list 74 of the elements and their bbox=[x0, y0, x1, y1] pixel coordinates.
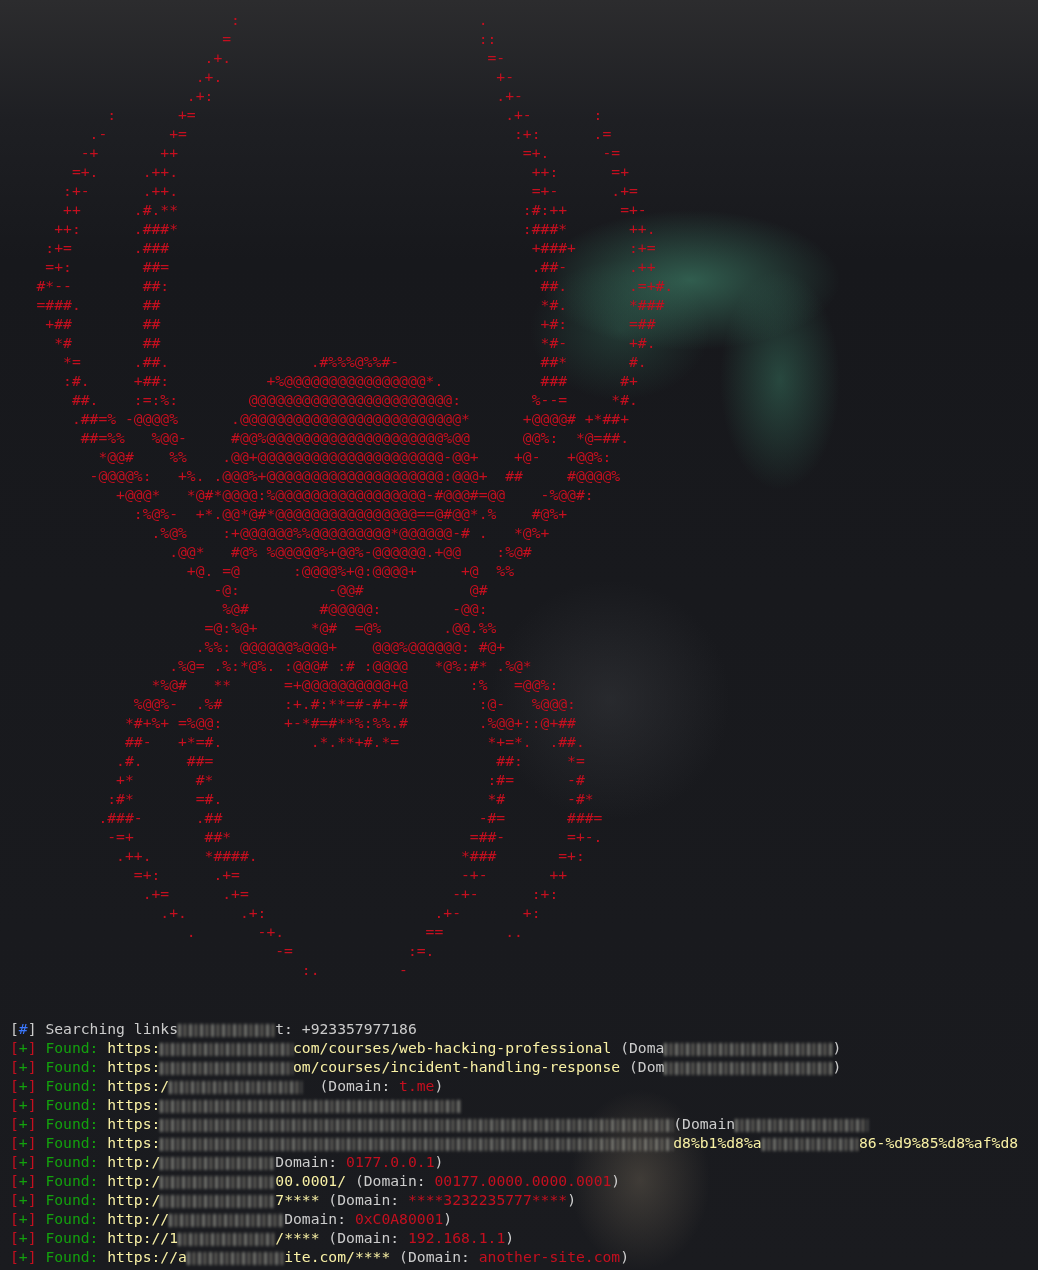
url-text: http:// bbox=[107, 1210, 170, 1227]
domain-value: ****3232235777**** bbox=[407, 1191, 568, 1208]
log-text: (Doma bbox=[619, 1039, 665, 1056]
url-text: https: bbox=[107, 1134, 161, 1151]
url-text: 7**** bbox=[275, 1191, 320, 1208]
url-text: /**** bbox=[275, 1229, 320, 1246]
found-label: Found: bbox=[45, 1134, 99, 1151]
status-marker: [+] bbox=[10, 1191, 37, 1208]
url-text: https: bbox=[107, 1058, 161, 1075]
found-label: Found: bbox=[45, 1153, 99, 1170]
status-marker: [+] bbox=[10, 1096, 37, 1113]
log-text: (Dom bbox=[628, 1058, 665, 1075]
domain-value: t.me bbox=[399, 1077, 435, 1094]
log-text: t: +923357977186 bbox=[275, 1020, 417, 1037]
url-text: https: bbox=[107, 1115, 161, 1132]
log-text: ) bbox=[505, 1229, 515, 1246]
url-text: http:/ bbox=[107, 1172, 161, 1189]
status-marker: [+] bbox=[10, 1210, 37, 1227]
status-marker: [+] bbox=[10, 1134, 37, 1151]
url-text: 86-%d9%85%d8%af%d8 bbox=[858, 1134, 1019, 1151]
log-text: Searching links bbox=[45, 1020, 178, 1037]
found-label: Found: bbox=[45, 1115, 99, 1132]
found-label: Found: bbox=[45, 1229, 99, 1246]
ascii-art-text: : . = :: .+. =- .+. +- .+: .+- : += .+- : .- += :+: .= -+ ++ =+. -= =+. .++. ++: =+ :+- .++. =+- .+= ++ .#.** :#:++ =+- ++: .###* :###* ++. :+= .### +###+ :+= =+: ##= .##- .++ #*-- ##: ##. .=+#. =###. ## *#. *### +## ## +#: =## *# ## *#- +#. *= .##. .#%%%@%%#- ##* #. :#. +##: +%@@@@@@@@@@@@@@@@*. ### #+ ##. :=:%: @@@@@@@@@@@@@@@@@@@@@@@: %--= *#. .##=% -@@@@% .@@@@@@@@@@@@@@@@@@@@@@@@@* +@@@@# +*##+ ##=%% %@@- #@@%@@@@@@@@@@@@@@@@@@@@%@@ @@%: *@=##. *@@# %% .@@+@@@@@@@@@@@@@@@@@@@@@-@@+ +@- +@@%: -@@@@%: +%. .@@@%+@@@@@@@@@@@@@@@@@@@@:@@@+ ## #@@@@% +@@@* *@#*@@@@:%@@@@@@@@@@@@@@@@@-#@@@#=@@ -%@@#: :%@%- +*.@@*@#*@@@@@@@@@@@@@@@@==@#@@*.% #@%+ .%@% :+@@@@@@%%@@@@@@@@@*@@@@@@-# . *@%+ .@@* #@% %@@@@@%+@@%-@@@@@@.+@@ :%@# +@. =@ :@@@@%+@:@@@@+ +@ %% -@: -@@# @# %@# #@@@@@: -@@: =@:%@+ *@# =@% .@@.%% .%%: @@@@@@%@@@+ @@@%@@@@@@: #@+ .%@= .%:*@%. :@@@# :# :@@@@ *@%:#* .%@* *%@# ** =+@@@@@@@@@@+@ :% =@@%: %@@%- .%# :+.#:**=#-#+-# :@- %@@@: *#+%+ =%@@: +-*#=#**%:%%.# .%@@+::@+## ##- +*=#. .*.**+#.*= *+=*. .##. .#. ##= ##: *= +* #* :#= -# :#* =#. *# -#* .###- .## -#= ###= -=+ ##* =##- =+-. .++. *####. *### =+: =+: .+= -+- ++ .+= .+= -+- :+: .+. .+: .+- +: . -+. == .. -= :=. :. - bbox=[35, 10, 674, 979]
url-text: http:/ bbox=[107, 1153, 161, 1170]
log-text: ) bbox=[434, 1153, 444, 1170]
url-text: d8%b1%d8%a bbox=[673, 1134, 762, 1151]
log-text: (Domain bbox=[673, 1115, 736, 1132]
url-text: https://a bbox=[107, 1248, 187, 1265]
status-marker: [+] bbox=[10, 1115, 37, 1132]
found-label: Found: bbox=[45, 1210, 99, 1227]
domain-value: 0xC0A80001 bbox=[354, 1210, 444, 1227]
url-text: om/courses/incident-handling-response bbox=[292, 1058, 621, 1075]
domain-value: 0177.0.0.1 bbox=[346, 1153, 435, 1170]
found-label: Found: bbox=[45, 1191, 99, 1208]
domain-value: 00177.0000.0000.0001 bbox=[434, 1172, 612, 1189]
url-text: ite.com/**** bbox=[284, 1248, 391, 1265]
status-marker: [+] bbox=[10, 1153, 37, 1170]
found-label: Found: bbox=[45, 1248, 99, 1265]
url-text: com/courses/web-hacking-professional bbox=[292, 1039, 612, 1056]
domain-value: 192.168.1.1 bbox=[407, 1229, 506, 1246]
status-marker: [#] bbox=[10, 1020, 37, 1037]
status-marker: [+] bbox=[10, 1039, 37, 1056]
found-label: Found: bbox=[45, 1077, 99, 1094]
url-text: http:/ bbox=[107, 1191, 161, 1208]
domain-value: another-site.com bbox=[478, 1248, 621, 1265]
log-text: (Domain: bbox=[327, 1229, 401, 1246]
url-text: 00.0001/ bbox=[275, 1172, 347, 1189]
log-text: (Domain: bbox=[318, 1077, 392, 1094]
status-marker: [+] bbox=[10, 1229, 37, 1246]
status-marker: [+] bbox=[10, 1077, 37, 1094]
status-marker: [+] bbox=[10, 1172, 37, 1189]
url-text: https: bbox=[107, 1096, 161, 1113]
url-text: http://1 bbox=[107, 1229, 179, 1246]
log-text: (Domain: bbox=[327, 1191, 401, 1208]
status-marker: [+] bbox=[10, 1248, 37, 1265]
log-text: (Domain: bbox=[353, 1172, 427, 1189]
status-marker: [+] bbox=[10, 1058, 37, 1075]
log-text: Domain: bbox=[275, 1153, 339, 1170]
url-text: https: bbox=[107, 1039, 161, 1056]
found-label: Found: bbox=[45, 1039, 99, 1056]
log-text: ) bbox=[443, 1210, 453, 1227]
log-text: ) bbox=[434, 1077, 444, 1094]
log-text: (Domain: bbox=[398, 1248, 471, 1265]
found-label: Found: bbox=[45, 1096, 99, 1113]
url-text: https:/ bbox=[107, 1077, 170, 1094]
log-text: ) bbox=[611, 1172, 621, 1189]
found-label: Found: bbox=[45, 1058, 99, 1075]
log-text: ) bbox=[832, 1039, 842, 1056]
log-text: Domain: bbox=[284, 1210, 348, 1227]
log-text: ) bbox=[567, 1191, 576, 1208]
found-label: Found: bbox=[45, 1172, 99, 1189]
log-text: ) bbox=[620, 1248, 630, 1265]
log-text: ) bbox=[832, 1058, 842, 1075]
